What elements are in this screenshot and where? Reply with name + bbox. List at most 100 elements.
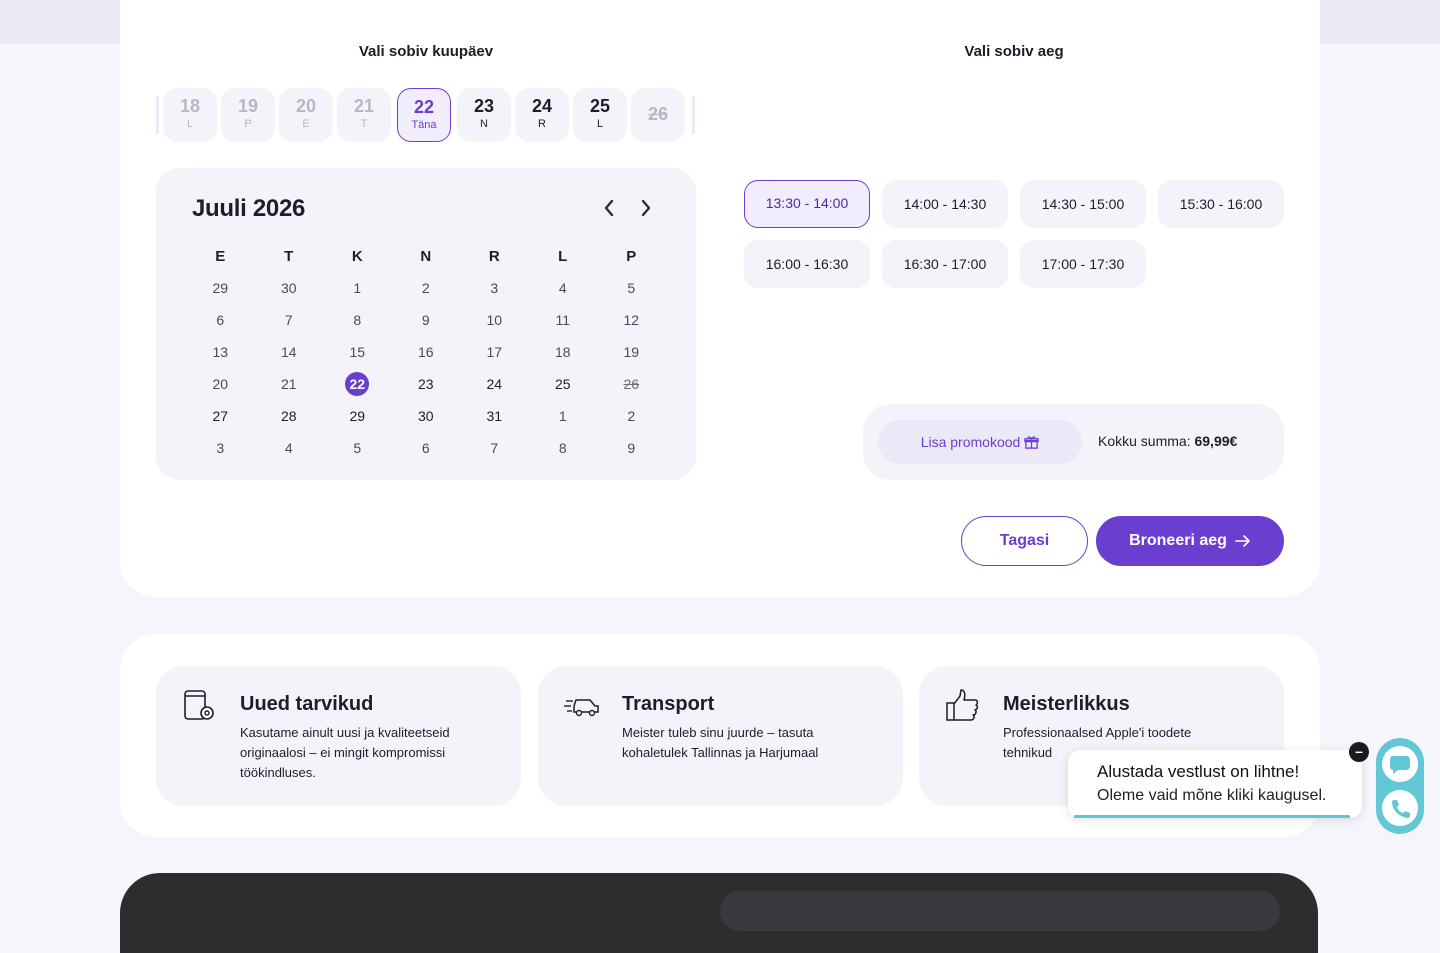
calendar-day-number: 3: [216, 440, 225, 456]
date-chip[interactable]: 24 R: [515, 88, 569, 142]
time-slot[interactable]: 17:00 - 17:30: [1020, 240, 1146, 288]
calendar-day: 13: [186, 344, 255, 360]
date-chip-day: 20: [295, 96, 317, 116]
calendar-week-row: 29 30 1 2 3 4 5: [186, 272, 666, 304]
date-chip: 21 T: [337, 88, 391, 142]
date-chip: 20 E: [279, 88, 333, 142]
calendar-day: 8: [323, 312, 392, 328]
strip-scroll-edge-left: [156, 96, 159, 134]
calendar-day: 3: [460, 280, 529, 296]
time-slot[interactable]: 14:30 - 15:00: [1020, 180, 1146, 228]
back-button[interactable]: Tagasi: [961, 516, 1088, 566]
date-strip: 18 L 19 P 20 E 21 T 22 Täna 23 N 24 R 25 L 26: [156, 88, 696, 142]
chat-launcher: [1376, 738, 1424, 834]
calendar-day-number: 10: [486, 312, 503, 328]
date-chip-weekday: R: [538, 118, 546, 130]
time-slot[interactable]: 16:30 - 17:00: [882, 240, 1008, 288]
calendar-day-number: 29: [212, 280, 229, 296]
time-slot[interactable]: 16:00 - 16:30: [744, 240, 870, 288]
calendar-day-number: 17: [486, 344, 503, 360]
date-chip[interactable]: 25 L: [573, 88, 627, 142]
calendar-day[interactable]: 27: [186, 408, 255, 424]
date-chip-weekday: L: [596, 118, 604, 130]
calendar-day-number: 15: [349, 344, 366, 360]
calendar-day[interactable]: 31: [460, 408, 529, 424]
date-chip-day: 23: [473, 96, 495, 116]
calendar-day-number: 5: [627, 280, 636, 296]
total-label: Kokku summa:: [1098, 433, 1191, 449]
calendar-day-number: 13: [212, 344, 229, 360]
calendar-day-number: 20: [212, 376, 229, 392]
footer-dark-band: [120, 873, 1318, 953]
calendar-day-number: 5: [353, 440, 362, 456]
calendar-day[interactable]: 29: [323, 408, 392, 424]
calendar: Juuli 2026 E T K N R L P 29 30 1 2 3 4 5 6 7 8 9 10 11 12 13 1…: [156, 168, 696, 480]
calendar-day: 7: [255, 312, 324, 328]
date-chip: 19 P: [221, 88, 275, 142]
calendar-day: 18: [529, 344, 598, 360]
calendar-day: 19: [597, 344, 666, 360]
calendar-day: 14: [255, 344, 324, 360]
date-section-title: Vali sobiv kuupäev: [358, 43, 494, 60]
promo-code-label: Lisa promokood: [920, 434, 1021, 450]
calendar-day: 8: [529, 440, 598, 456]
time-slot[interactable]: 14:00 - 14:30: [882, 180, 1008, 228]
calendar-day: 9: [392, 312, 461, 328]
calendar-day-number: 1: [558, 408, 567, 424]
calendar-day-number: 8: [558, 440, 567, 456]
feature-title: Transport: [622, 693, 715, 715]
book-button[interactable]: Broneeri aeg: [1096, 516, 1284, 566]
chat-prompt-line1: Alustada vestlust on lihtne!: [1097, 762, 1300, 781]
calendar-day-number: 22: [345, 372, 370, 396]
calendar-day[interactable]: 23: [392, 376, 461, 392]
calendar-day[interactable]: 25: [529, 376, 598, 392]
weekday-header: R: [488, 247, 500, 265]
time-slot-selected[interactable]: 13:30 - 14:00: [744, 180, 870, 228]
date-chip[interactable]: 23 N: [457, 88, 511, 142]
strip-scroll-edge-right: [692, 96, 695, 134]
calendar-day-number: 1: [353, 280, 362, 296]
date-chip-weekday: P: [244, 118, 252, 130]
calendar-day: 9: [597, 440, 666, 456]
calendar-day: 6: [186, 312, 255, 328]
calendar-day[interactable]: 30: [392, 408, 461, 424]
weekday-header: E: [215, 247, 226, 265]
calendar-day-number: 2: [627, 408, 636, 424]
feature-text: Meister tuleb sinu juurde – tasuta kohal…: [622, 725, 819, 760]
chevron-left-icon[interactable]: [602, 198, 616, 222]
calendar-day: 4: [529, 280, 598, 296]
calendar-day-number: 6: [216, 312, 225, 328]
calendar-day: 2: [597, 408, 666, 424]
arrow-right-icon: [1235, 535, 1250, 547]
feature-title: Meisterlikkus: [1003, 693, 1130, 715]
time-slot[interactable]: 15:30 - 16:00: [1158, 180, 1284, 228]
chat-close-button[interactable]: –: [1349, 742, 1369, 762]
calendar-day[interactable]: 28: [255, 408, 324, 424]
calendar-day-number: 9: [627, 440, 636, 456]
calendar-month-title: Juuli 2026: [192, 195, 306, 222]
date-chip-weekday: E: [302, 118, 310, 130]
calendar-day-number: 4: [558, 280, 567, 296]
chevron-right-icon[interactable]: [639, 198, 653, 222]
calendar-day: 10: [460, 312, 529, 328]
calendar-day: 7: [460, 440, 529, 456]
calendar-grid: E T K N R L P 29 30 1 2 3 4 5 6 7 8 9 10 11 12 13 14 15 16 17 18 19…: [186, 240, 666, 464]
calendar-day[interactable]: 24: [460, 376, 529, 392]
promo-code-button[interactable]: Lisa promokood: [878, 420, 1082, 464]
chat-bubble-icon[interactable]: [1382, 746, 1418, 782]
date-chip: 26: [631, 88, 685, 142]
feature-title: Uued tarvikud: [240, 693, 374, 715]
calendar-week-row: 6 7 8 9 10 11 12: [186, 304, 666, 336]
calendar-day-number: 30: [280, 280, 297, 296]
calendar-day-number: 21: [280, 376, 297, 392]
calendar-day-selected[interactable]: 22: [323, 372, 392, 396]
fast-car-icon: [564, 688, 600, 724]
date-chip-day: 22: [413, 97, 435, 117]
date-chip-day: 25: [589, 96, 611, 116]
feature-card-transport: Transport Meister tuleb sinu juurde – ta…: [538, 666, 903, 806]
phone-icon[interactable]: [1382, 790, 1418, 826]
date-chip[interactable]: 22 Täna: [397, 88, 451, 142]
chat-prompt-bubble[interactable]: Alustada vestlust on lihtne! Oleme vaid …: [1068, 750, 1362, 818]
date-chip-day: 26: [647, 104, 669, 124]
calendar-day-number: 12: [623, 312, 640, 328]
